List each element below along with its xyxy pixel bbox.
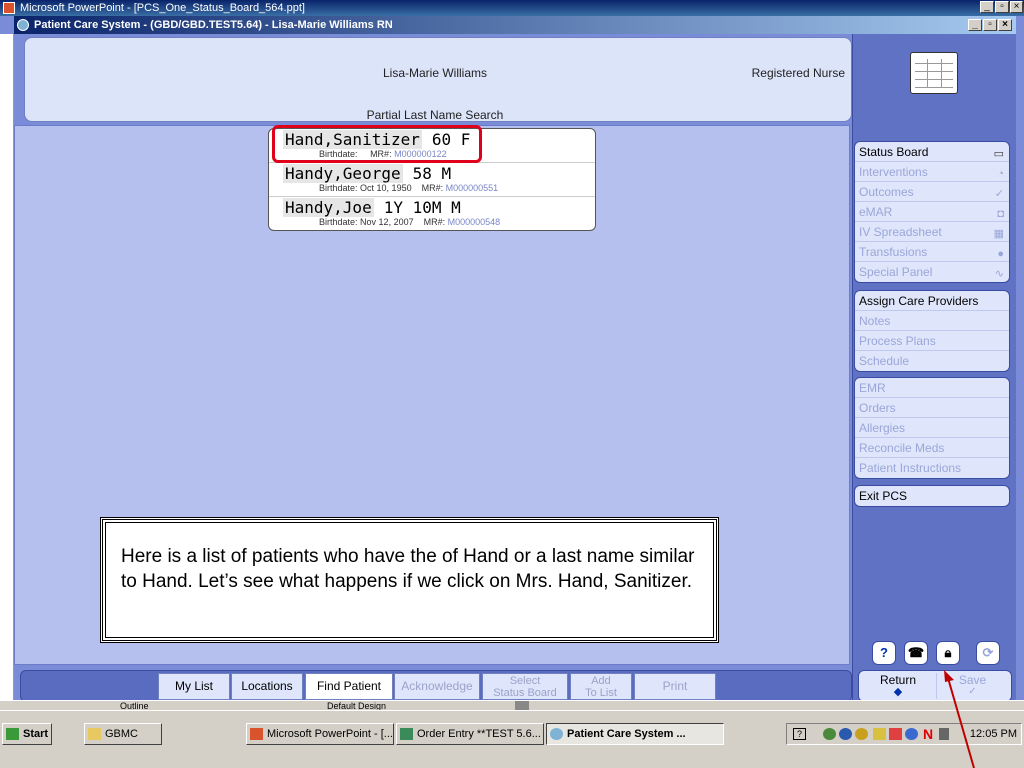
menu-item-allergies[interactable]: Allergies xyxy=(855,418,1009,438)
annotation-arrow xyxy=(944,670,975,768)
my-list-button[interactable]: My List xyxy=(158,673,230,700)
tray-icon[interactable] xyxy=(839,728,852,740)
start-button[interactable]: Start xyxy=(2,723,52,745)
mr-value: M000000548 xyxy=(447,217,501,227)
print-button[interactable]: Print xyxy=(634,673,716,700)
callout-box: Here is a list of patients who have the … xyxy=(100,517,719,643)
user-role: Registered Nurse xyxy=(751,66,845,80)
powerpoint-title: Microsoft PowerPoint - [PCS_One_Status_B… xyxy=(20,2,305,14)
app-close-button[interactable]: × xyxy=(998,19,1012,31)
menu-item-process-plans[interactable]: Process Plans xyxy=(855,331,1009,351)
grid-icon[interactable] xyxy=(910,52,958,94)
tray-icon[interactable] xyxy=(823,728,836,740)
mr-label: MR#: xyxy=(421,183,444,193)
tray-icon[interactable] xyxy=(905,728,918,740)
taskbar-item-patient-care[interactable]: Patient Care System ... xyxy=(546,723,724,745)
close-button[interactable]: × xyxy=(1010,1,1023,13)
minimize-button[interactable]: _ xyxy=(980,1,994,13)
emar-icon: ◘ xyxy=(997,208,1004,220)
find-patient-button[interactable]: Find Patient xyxy=(305,673,393,700)
tray-icon[interactable] xyxy=(889,728,902,740)
callout-text: Here is a list of patients who have the … xyxy=(121,546,695,592)
patient-row[interactable]: Handy,Joe 1Y 10M M Birthdate: Nov 12, 200… xyxy=(269,197,595,230)
patient-age-sex: 1Y 10M M xyxy=(383,198,461,217)
menu-item-interventions[interactable]: Interventions ◔ xyxy=(855,162,1009,182)
help-tray-icon[interactable]: ? xyxy=(793,728,806,740)
menu-item-orders[interactable]: Orders xyxy=(855,398,1009,418)
windows-flag-icon xyxy=(6,728,19,740)
menu-group-care: Assign Care Providers Notes Process Plan… xyxy=(854,290,1010,372)
menu-item-outcomes[interactable]: Outcomes ✓ xyxy=(855,182,1009,202)
spell-check-icon xyxy=(515,701,529,710)
patient-row[interactable]: Handy,George 58 M Birthdate: Oct 10, 1950… xyxy=(269,163,595,197)
menu-item-transfusions[interactable]: Transfusions ● xyxy=(855,242,1009,262)
pulse-icon: ∿ xyxy=(994,268,1004,280)
selection-highlight-box xyxy=(272,125,482,163)
app-title: Patient Care System - (GBD/GBD.TEST5.64)… xyxy=(34,19,393,31)
app-minimize-button[interactable]: _ xyxy=(968,19,982,31)
menu-item-schedule[interactable]: Schedule xyxy=(855,351,1009,371)
mr-value: M000000551 xyxy=(445,183,499,193)
locations-button[interactable]: Locations xyxy=(231,673,303,700)
patient-name: Handy,Joe xyxy=(283,198,374,217)
taskbar-item-gbmc[interactable]: GBMC xyxy=(84,723,162,745)
spreadsheet-icon: ▦ xyxy=(993,228,1004,240)
select-status-board-button[interactable]: Select Status Board xyxy=(482,673,568,700)
contact-icon[interactable]: ☎ xyxy=(904,641,928,665)
refresh-icon[interactable]: ⟳ xyxy=(976,641,1000,665)
folder-icon xyxy=(88,728,101,740)
patient-age-sex: 58 M xyxy=(412,164,452,183)
left-arrow-icon: ◆ xyxy=(893,686,903,698)
menu-item-special-panel[interactable]: Special Panel ∿ xyxy=(855,262,1009,282)
tray-icon[interactable] xyxy=(855,728,868,740)
birthdate-value: Oct 10, 1950 xyxy=(360,183,412,193)
birthdate-value: Nov 12, 2007 xyxy=(360,217,414,227)
acknowledge-button[interactable]: Acknowledge xyxy=(394,673,480,700)
menu-item-assign-care-providers[interactable]: Assign Care Providers xyxy=(855,291,1009,311)
book-icon: ▭ xyxy=(993,148,1004,160)
powerpoint-title-bar: Microsoft PowerPoint - [PCS_One_Status_B… xyxy=(0,0,1024,16)
add-to-list-button[interactable]: Add To List xyxy=(570,673,632,700)
menu-group-exit: Exit PCS xyxy=(854,485,1010,507)
restore-button[interactable]: ▫ xyxy=(995,1,1009,13)
powerpoint-icon xyxy=(250,728,263,740)
taskbar-item-order-entry[interactable]: Order Entry **TEST 5.6... xyxy=(396,723,544,745)
app-icon xyxy=(550,728,563,740)
menu-item-emr[interactable]: EMR xyxy=(855,378,1009,398)
menu-item-exit-pcs[interactable]: Exit PCS xyxy=(855,486,1009,506)
menu-item-reconcile-meds[interactable]: Reconcile Meds xyxy=(855,438,1009,458)
app-title-bar: Patient Care System - (GBD/GBD.TEST5.64)… xyxy=(14,16,1016,34)
help-button[interactable]: ? xyxy=(872,641,896,665)
menu-item-emar[interactable]: eMAR ◘ xyxy=(855,202,1009,222)
status-bar: Outline Default Design xyxy=(0,700,1024,711)
menu-item-status-board[interactable]: Status Board ▭ xyxy=(855,142,1009,162)
interventions-icon: ◔ xyxy=(997,168,1004,180)
page-title: Partial Last Name Search xyxy=(366,108,504,122)
powerpoint-icon xyxy=(3,2,15,14)
mr-label: MR#: xyxy=(423,217,446,227)
birthdate-label: Birthdate: xyxy=(319,183,358,193)
order-entry-icon xyxy=(400,728,413,740)
taskbar-item-powerpoint[interactable]: Microsoft PowerPoint - [... xyxy=(246,723,394,745)
tray-icon[interactable] xyxy=(873,728,886,740)
lock-icon[interactable]: 🔒︎ xyxy=(936,641,960,665)
outcomes-icon: ✓ xyxy=(994,188,1004,200)
header-panel: Lisa-Marie Williams Registered Nurse Par… xyxy=(24,37,852,122)
tray-n-icon[interactable]: N xyxy=(923,724,933,744)
patient-name: Handy,George xyxy=(283,164,403,183)
menu-group-clinical: Status Board ▭ Interventions ◔ Outcomes ✓ e… xyxy=(854,141,1010,283)
user-name: Lisa-Marie Williams xyxy=(382,66,487,80)
return-button[interactable]: Return ◆ xyxy=(862,673,934,699)
transfusion-icon: ● xyxy=(997,248,1004,260)
menu-item-patient-instructions[interactable]: Patient Instructions xyxy=(855,458,1009,478)
system-tray: ? N 12:05 PM xyxy=(786,723,1022,745)
menu-item-notes[interactable]: Notes xyxy=(855,311,1009,331)
app-icon xyxy=(17,19,29,31)
birthdate-label: Birthdate: xyxy=(319,217,358,227)
app-restore-button[interactable]: ▫ xyxy=(983,19,997,31)
menu-group-records: EMR Orders Allergies Reconcile Meds Pati… xyxy=(854,377,1010,479)
slide-outline-strip xyxy=(0,34,14,700)
menu-item-iv-spreadsheet[interactable]: IV Spreadsheet ▦ xyxy=(855,222,1009,242)
